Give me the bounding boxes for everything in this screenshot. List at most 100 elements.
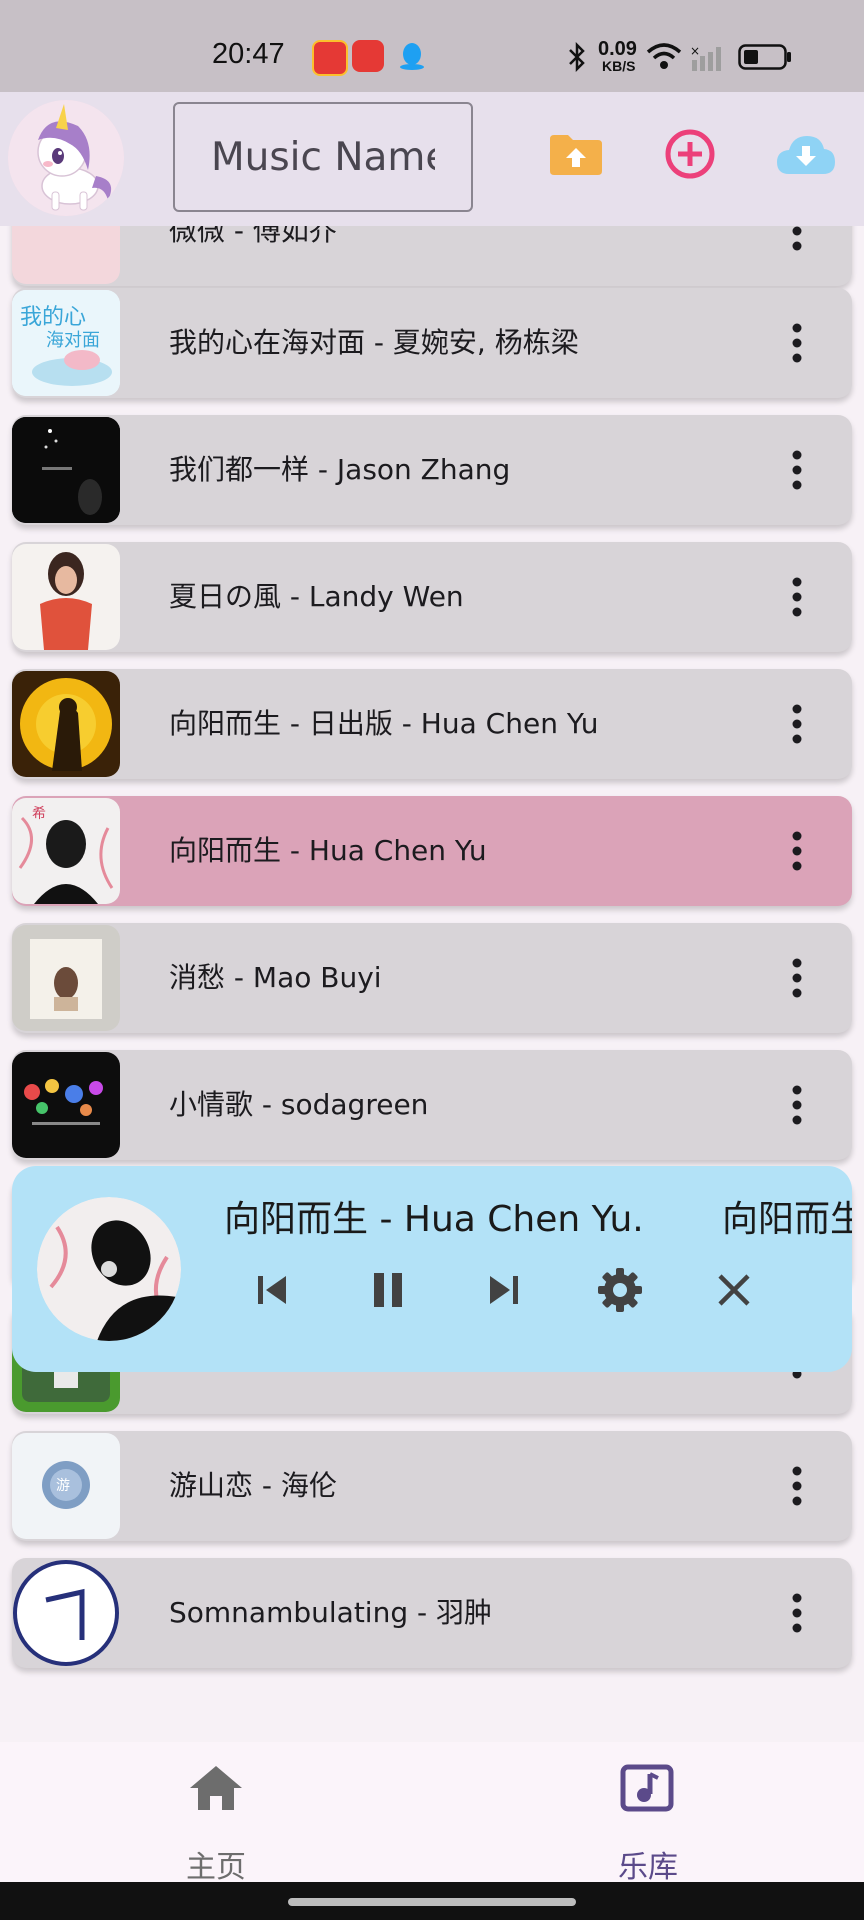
song-item[interactable]: 我的心 海对面 我的心在海对面 - 夏婉安, 杨栋梁 (12, 288, 852, 398)
album-cover: 我的心 海对面 (12, 290, 120, 396)
song-item[interactable]: 游 游山恋 - 海伦 (12, 1431, 852, 1541)
more-vert-icon (792, 831, 802, 871)
now-playing-bar[interactable]: 向阳而生 - Hua Chen Yu. 向阳而生 (12, 1166, 852, 1372)
app-header (0, 92, 864, 226)
more-options-button[interactable] (772, 699, 822, 749)
song-item-active[interactable]: 希 向阳而生 - Hua Chen Yu (12, 796, 852, 906)
song-item[interactable]: 向阳而生 - 日出版 - Hua Chen Yu (12, 669, 852, 779)
pause-button[interactable] (360, 1262, 416, 1318)
song-item[interactable]: 消愁 - Mao Buyi (12, 923, 852, 1033)
now-playing-title-marquee: 向阳而生 (722, 1199, 852, 1240)
avatar[interactable] (8, 100, 124, 216)
status-bar: 20:47 0.09 KB/S × (0, 0, 864, 92)
search-box[interactable] (173, 102, 473, 212)
album-cover (12, 417, 120, 523)
close-icon (718, 1274, 750, 1306)
album-cover: 希 (12, 798, 120, 904)
more-options-button[interactable] (772, 1588, 822, 1638)
more-vert-icon (792, 1085, 802, 1125)
upload-folder-button[interactable] (544, 122, 608, 186)
nav-label-library: 乐库 (618, 1850, 678, 1885)
song-title: 我的心在海对面 - 夏婉安, 杨栋梁 (169, 326, 579, 359)
more-options-button[interactable] (772, 572, 822, 622)
more-vert-icon (792, 226, 802, 251)
album-cover (12, 671, 120, 777)
album-cover (12, 925, 120, 1031)
next-button[interactable] (476, 1262, 532, 1318)
status-time: 20:47 (212, 38, 285, 70)
app-icon-1 (312, 40, 348, 76)
bluetooth-icon (569, 42, 585, 72)
song-title: 小情歌 - sodagreen (169, 1088, 429, 1121)
svg-text:×: × (690, 44, 700, 58)
song-title: Somnambulating - 羽肿 (169, 1596, 492, 1629)
unicorn-avatar-image (8, 100, 124, 216)
close-player-button[interactable] (706, 1262, 762, 1318)
skip-previous-icon (258, 1276, 286, 1304)
more-vert-icon (792, 1466, 802, 1506)
nav-item-home[interactable]: 主页 (116, 1742, 316, 1885)
song-title: 夏日の風 - Landy Wen (169, 580, 464, 613)
system-gesture-bar (0, 1882, 864, 1920)
home-icon (190, 1766, 242, 1810)
more-options-button[interactable] (772, 953, 822, 1003)
more-options-button[interactable] (772, 318, 822, 368)
skip-next-icon (490, 1276, 518, 1304)
song-title: 消愁 - Mao Buyi (169, 961, 382, 994)
net-speed-unit: KB/S (602, 58, 636, 74)
add-circle-icon (665, 129, 715, 179)
battery-icon (738, 44, 791, 70)
svg-text:希: 希 (32, 806, 46, 822)
song-item[interactable]: 夏日の風 - Landy Wen (12, 542, 852, 652)
wifi-icon (646, 43, 682, 69)
nav-item-library[interactable]: 乐库 (548, 1742, 748, 1885)
qq-icon (400, 43, 424, 70)
more-options-button[interactable] (772, 445, 822, 495)
more-options-button[interactable] (772, 226, 822, 256)
song-title: 向阳而生 - 日出版 - Hua Chen Yu (169, 707, 599, 740)
album-cover (12, 226, 120, 284)
svg-text:游: 游 (56, 1478, 70, 1494)
cloud-download-icon (777, 136, 835, 174)
song-title: 向阳而生 - Hua Chen Yu (169, 834, 487, 867)
song-item[interactable]: Somnambulating - 羽肿 (12, 1558, 852, 1668)
nav-label-home: 主页 (186, 1850, 246, 1885)
more-options-button[interactable] (772, 826, 822, 876)
now-playing-title: 向阳而生 - Hua Chen Yu. (224, 1199, 644, 1240)
album-cover: 游 (12, 1433, 120, 1539)
cloud-download-button[interactable] (774, 122, 838, 186)
song-title: 微微 - 傅如乔 (169, 226, 337, 247)
album-cover (12, 544, 120, 650)
home-indicator[interactable] (288, 1898, 576, 1906)
song-list: 微微 - 傅如乔 我的心 海对面 我的心在海对面 - 夏婉安, 杨栋梁 我们都一样… (0, 226, 864, 1742)
song-title: 游山恋 - 海伦 (169, 1469, 337, 1502)
previous-button[interactable] (244, 1262, 300, 1318)
more-vert-icon (792, 323, 802, 363)
svg-text:我的心: 我的心 (20, 305, 86, 330)
music-library-icon (620, 1764, 674, 1812)
bottom-navigation: 主页 乐库 (0, 1742, 864, 1885)
svg-text:海对面: 海对面 (46, 330, 100, 351)
song-title: 我们都一样 - Jason Zhang (169, 453, 511, 486)
folder-upload-icon (550, 135, 602, 175)
settings-icon (598, 1268, 642, 1312)
more-vert-icon (792, 450, 802, 490)
song-item[interactable]: 我们都一样 - Jason Zhang (12, 415, 852, 525)
app-icon-2 (352, 40, 384, 72)
now-playing-disc[interactable] (37, 1197, 181, 1341)
add-song-button[interactable] (658, 122, 722, 186)
song-item[interactable]: 小情歌 - sodagreen (12, 1050, 852, 1160)
more-options-button[interactable] (772, 1461, 822, 1511)
search-input[interactable] (175, 104, 471, 210)
more-vert-icon (792, 577, 802, 617)
more-vert-icon (792, 704, 802, 744)
settings-button[interactable] (592, 1262, 648, 1318)
more-vert-icon (792, 1593, 802, 1633)
album-cover (12, 1560, 120, 1666)
more-options-button[interactable] (772, 1080, 822, 1130)
album-cover (12, 1052, 120, 1158)
more-vert-icon (792, 958, 802, 998)
song-item[interactable]: 微微 - 傅如乔 (12, 226, 852, 286)
signal-icon: × (690, 44, 721, 71)
pause-icon (374, 1273, 402, 1307)
